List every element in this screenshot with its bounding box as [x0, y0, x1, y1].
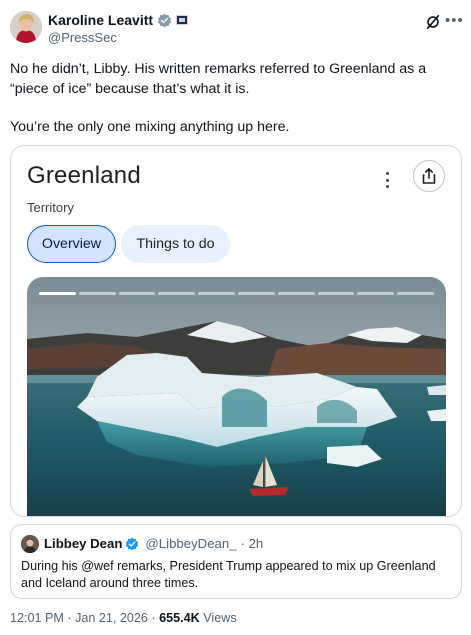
iceberg-photo[interactable] [27, 277, 446, 516]
quoted-author-name[interactable]: Libbey Dean [44, 536, 122, 551]
tweet-timestamp[interactable]: 12:01 PM · Jan 21, 2026 · [10, 611, 156, 625]
government-flag-icon [176, 15, 189, 25]
kebab-menu-icon[interactable] [384, 172, 390, 188]
author-avatar[interactable] [10, 11, 42, 43]
quoted-tweet[interactable]: Libbey Dean @LibbeyDean_ · 2h During his… [10, 524, 462, 599]
verified-badge-icon [157, 13, 172, 27]
card-title: Greenland [27, 162, 141, 189]
author-handle[interactable]: @PressSec [48, 30, 117, 45]
tweet-text-line-2: You’re the only one mixing anything up h… [10, 119, 290, 135]
view-count: 655.4K [159, 611, 200, 625]
tweet-text: No he didn’t, Libby. His written remarks… [10, 59, 460, 137]
grok-icon[interactable] [424, 13, 442, 31]
quoted-author-row: Libbey Dean @LibbeyDean_ · 2h [44, 536, 263, 551]
author-name[interactable]: Karoline Leavitt [48, 12, 153, 28]
tweet-meta: 12:01 PM · Jan 21, 2026 · 655.4K Views [10, 611, 237, 625]
views-label: Views [203, 611, 237, 625]
author-name-row: Karoline Leavitt [48, 12, 189, 28]
iceberg-illustration [27, 277, 446, 516]
share-button[interactable] [413, 160, 445, 192]
tweet-header: Karoline Leavitt @PressSec ••• [0, 0, 471, 56]
google-search-card[interactable]: Greenland Territory Overview Things to d… [10, 145, 462, 517]
share-icon [422, 168, 436, 184]
tweet-text-line-1: No he didn’t, Libby. His written remarks… [10, 61, 427, 97]
tab-overview[interactable]: Overview [27, 225, 116, 263]
more-options-icon[interactable]: ••• [445, 12, 464, 29]
card-subtitle: Territory [27, 200, 74, 215]
quoted-author-avatar[interactable] [21, 535, 39, 553]
tab-things-to-do[interactable]: Things to do [121, 225, 230, 263]
verified-badge-icon [126, 537, 139, 550]
quoted-author-handle[interactable]: @LibbeyDean_ [145, 536, 236, 551]
quoted-tweet-text: During his @wef remarks, President Trump… [21, 559, 436, 590]
story-progress-bar [39, 292, 434, 295]
quoted-tweet-time[interactable]: · 2h [241, 536, 264, 551]
